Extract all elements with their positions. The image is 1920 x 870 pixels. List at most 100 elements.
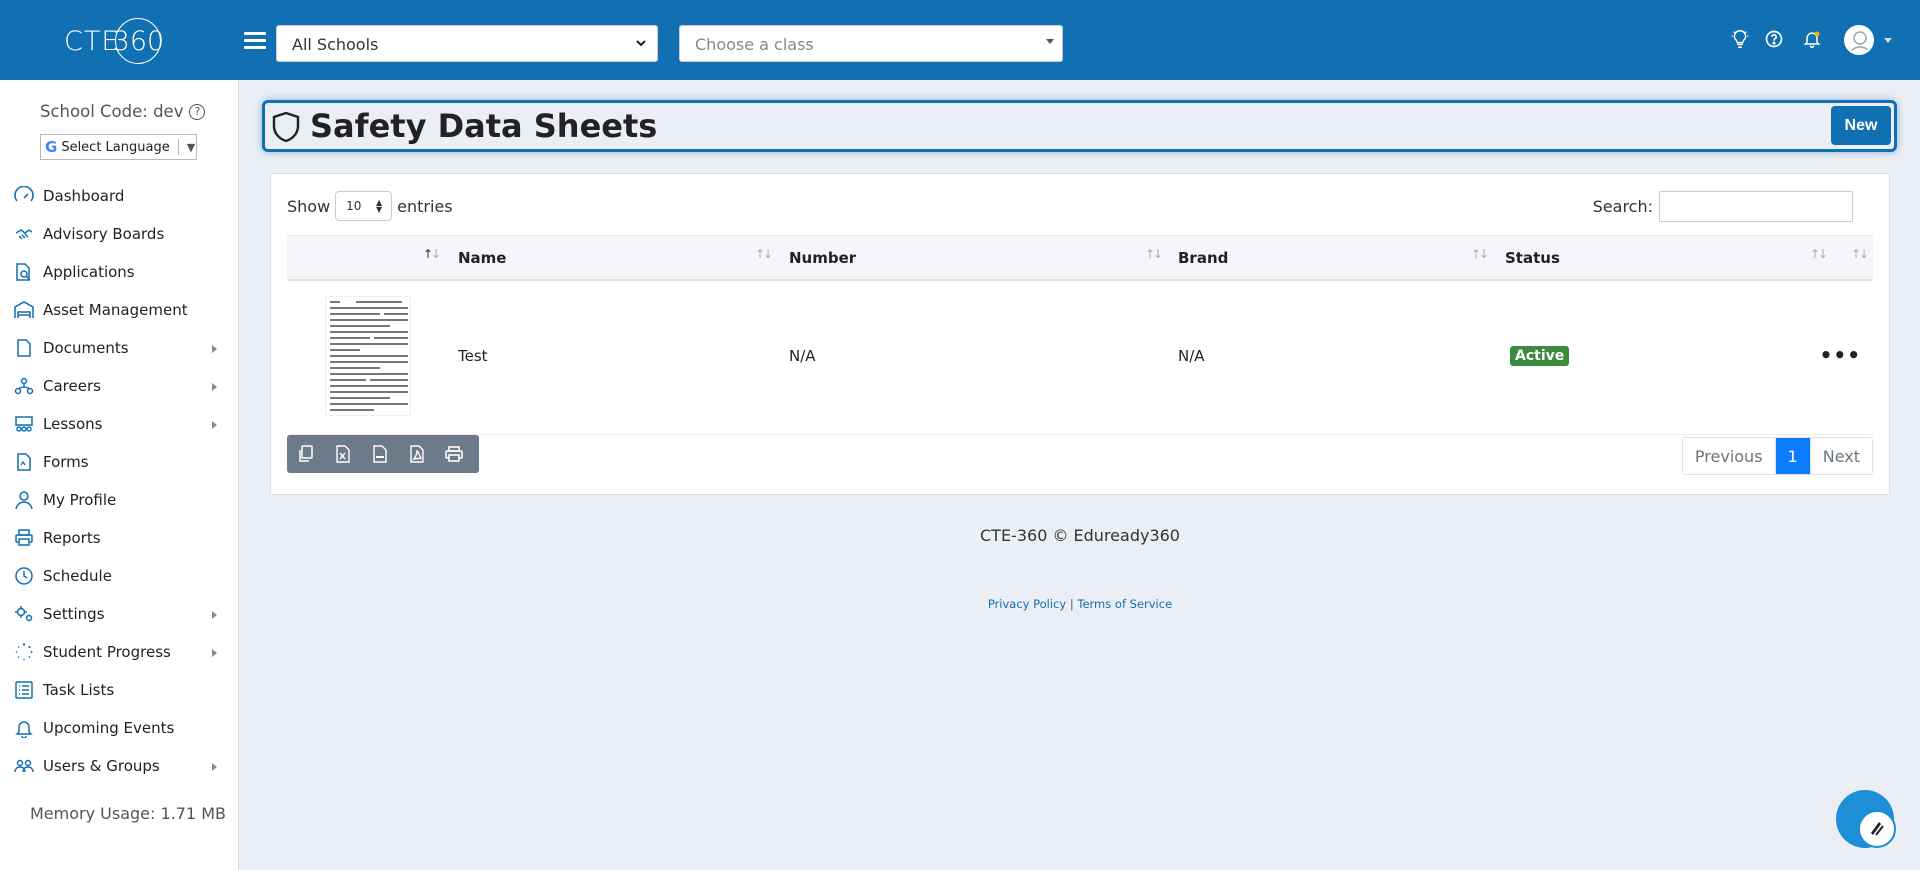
notification-bell-icon[interactable] xyxy=(1800,27,1824,51)
sort-icon[interactable]: ↑↓ xyxy=(1810,247,1828,261)
more-actions-icon[interactable]: ••• xyxy=(1820,343,1861,367)
memory-usage: Memory Usage: 1.71 MB xyxy=(30,804,226,823)
help-icon[interactable]: ? xyxy=(189,103,206,120)
data-table-card: Show 10 ▲ ▼ entries Search: ↑↓ Name ↑↓ Nu… xyxy=(270,173,1890,495)
pagination: Previous 1 Next xyxy=(1681,437,1873,475)
thumbnail-line xyxy=(330,301,340,303)
school-select[interactable]: All Schools xyxy=(276,25,658,62)
sidebar-item-dashboard[interactable]: Dashboard xyxy=(0,177,239,215)
page-title: Safety Data Sheets xyxy=(310,107,658,145)
table-row[interactable]: Test N/A N/A Active ••• xyxy=(287,281,1873,435)
sidebar-item-advisory-boards[interactable]: Advisory Boards xyxy=(0,215,239,253)
sort-icon[interactable]: ↑↓ xyxy=(1471,247,1489,261)
sidebar-item-label: Asset Management xyxy=(43,301,188,319)
excel-icon[interactable] xyxy=(324,435,361,473)
thumbnail-line xyxy=(330,349,360,351)
sidebar-item-label: Student Progress xyxy=(43,643,171,661)
entries-value: 10 xyxy=(346,199,362,213)
help-icon[interactable] xyxy=(1762,27,1786,51)
sidebar-item-label: Task Lists xyxy=(43,681,115,699)
privacy-policy-link[interactable]: Privacy Policy xyxy=(988,597,1066,611)
sidebar-item-lessons[interactable]: Lessons xyxy=(0,405,239,443)
chevron-right-icon xyxy=(212,345,217,353)
sidebar-item-my-profile[interactable]: My Profile xyxy=(0,481,239,519)
thumbnail-line xyxy=(370,379,408,381)
csv-icon[interactable] xyxy=(361,435,398,473)
chevron-down-icon xyxy=(636,40,646,47)
previous-button[interactable]: Previous xyxy=(1682,438,1775,474)
logo[interactable]: CTE 360 xyxy=(64,18,179,64)
column-number[interactable]: Number xyxy=(789,249,856,267)
sidebar-item-users-and-groups[interactable]: Users & Groups xyxy=(0,747,239,785)
logo-circle: 360 xyxy=(113,18,164,64)
thumbnail-line xyxy=(330,337,370,339)
sidebar-item-reports[interactable]: Reports xyxy=(0,519,239,557)
terms-of-service-link[interactable]: Terms of Service xyxy=(1077,597,1172,611)
thumbnail-line xyxy=(330,385,408,387)
sidebar-item-careers[interactable]: Careers xyxy=(0,367,239,405)
chevron-right-icon xyxy=(212,649,217,657)
sidebar-item-schedule[interactable]: Schedule xyxy=(0,557,239,595)
next-button[interactable]: Next xyxy=(1809,438,1872,474)
school-code-text: School Code: dev xyxy=(40,102,184,121)
sort-icon[interactable]: ↑↓ xyxy=(1851,247,1869,261)
classroom-icon xyxy=(14,414,34,434)
sidebar-item-label: Users & Groups xyxy=(43,757,160,775)
thumbnail-line xyxy=(330,343,408,345)
table-header: ↑↓ Name ↑↓ Number ↑↓ Brand ↑↓ Status ↑↓ … xyxy=(287,235,1873,281)
sidebar-item-student-progress[interactable]: Student Progress xyxy=(0,633,239,671)
avatar-caret-icon[interactable] xyxy=(1884,38,1892,43)
top-bar: CTE 360 All Schools Choose a class xyxy=(0,0,1920,80)
logo-text: CTE xyxy=(64,25,120,57)
sidebar-item-label: Lessons xyxy=(43,415,103,433)
sidebar-item-documents[interactable]: Documents xyxy=(0,329,239,367)
thumbnail-line xyxy=(330,409,374,411)
document-thumbnail[interactable] xyxy=(325,296,411,416)
language-label: Select Language xyxy=(61,139,170,155)
lightbulb-icon[interactable] xyxy=(1728,27,1752,51)
updown-icon: ▲ ▼ xyxy=(376,198,383,214)
sidebar-item-task-lists[interactable]: Task Lists xyxy=(0,671,239,709)
search-input[interactable] xyxy=(1659,191,1853,222)
copy-icon[interactable] xyxy=(287,435,324,473)
column-brand[interactable]: Brand xyxy=(1178,249,1228,267)
sidebar-item-label: Reports xyxy=(43,529,101,547)
page-1-button[interactable]: 1 xyxy=(1774,438,1810,474)
document-icon xyxy=(14,338,34,358)
thumbnail-line xyxy=(374,337,408,339)
google-icon: G xyxy=(45,138,58,156)
footer-separator: | xyxy=(1069,597,1074,611)
sidebar-item-label: Schedule xyxy=(43,567,112,585)
column-status[interactable]: Status xyxy=(1505,249,1560,267)
new-button[interactable]: New xyxy=(1831,106,1891,145)
chevron-right-icon xyxy=(212,383,217,391)
sidebar-nav: Dashboard Advisory Boards Applications Asse… xyxy=(0,177,239,785)
entries-length: Show 10 ▲ ▼ entries xyxy=(287,191,453,221)
sidebar-item-applications[interactable]: Applications xyxy=(0,253,239,291)
printer-icon xyxy=(14,528,34,548)
avatar[interactable] xyxy=(1844,25,1874,55)
caret-down-icon xyxy=(1046,39,1054,44)
sidebar-item-upcoming-events[interactable]: Upcoming Events xyxy=(0,709,239,747)
thumbnail-line xyxy=(330,325,390,327)
print-icon[interactable] xyxy=(435,435,472,473)
sort-icon[interactable]: ↑↓ xyxy=(423,247,441,261)
class-select[interactable]: Choose a class xyxy=(679,25,1063,62)
sidebar-item-forms[interactable]: Forms xyxy=(0,443,239,481)
entries-select[interactable]: 10 ▲ ▼ xyxy=(335,191,393,221)
sidebar-item-label: Dashboard xyxy=(43,187,125,205)
file-search-icon xyxy=(14,262,34,282)
column-name[interactable]: Name xyxy=(458,249,506,267)
sidebar-item-asset-management[interactable]: Asset Management xyxy=(0,291,239,329)
thumbnail-line xyxy=(330,373,408,375)
sort-icon[interactable]: ↑↓ xyxy=(1145,247,1163,261)
sidebar-item-label: My Profile xyxy=(43,491,117,509)
thumbnail-line xyxy=(330,307,408,309)
pdf-icon[interactable] xyxy=(398,435,435,473)
sidebar-item-settings[interactable]: Settings xyxy=(0,595,239,633)
language-select[interactable]: G Select Language ▼ xyxy=(40,134,197,160)
sort-icon[interactable]: ↑↓ xyxy=(755,247,773,261)
spinner-icon xyxy=(14,642,34,662)
hamburger-menu-icon[interactable] xyxy=(244,32,266,50)
chat-icon[interactable] xyxy=(1858,810,1896,848)
